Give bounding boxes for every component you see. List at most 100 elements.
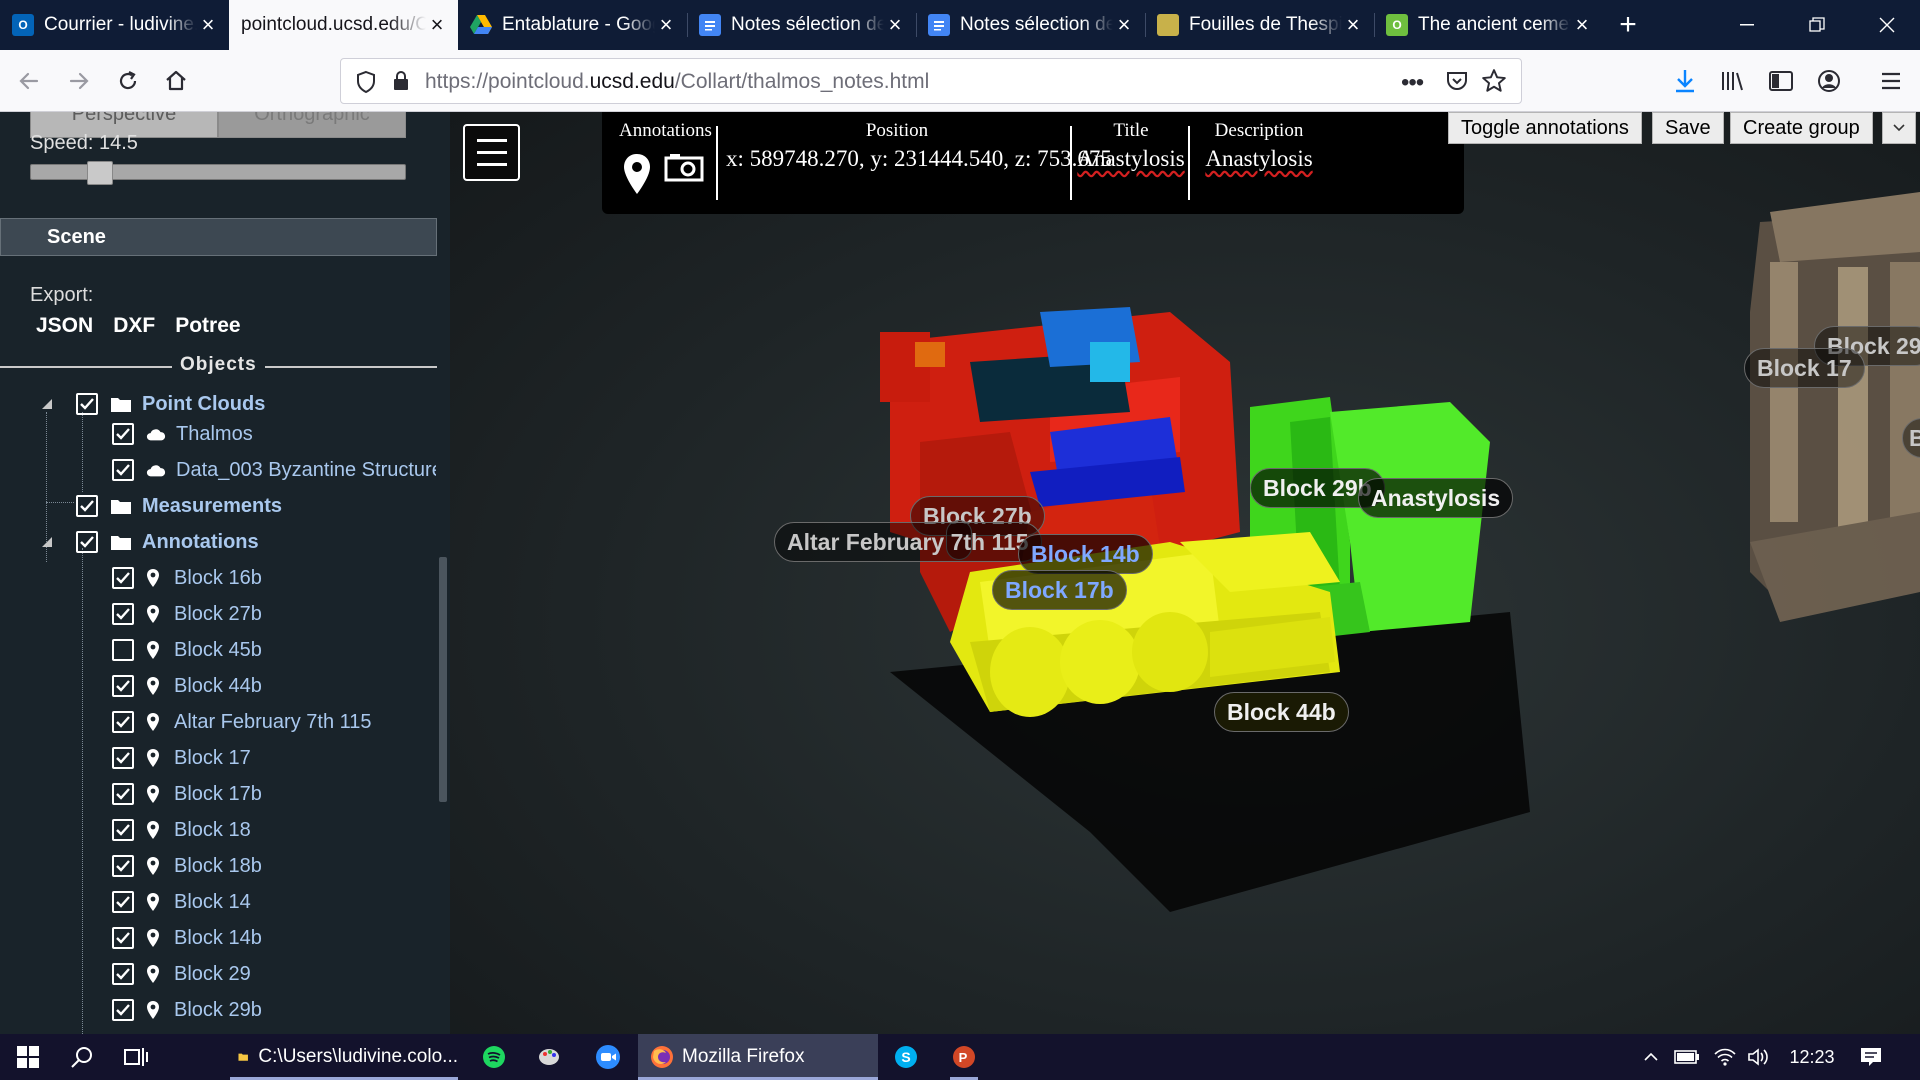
tab-notes-2[interactable]: Notes sélection de blocs ×: [916, 0, 1145, 50]
powerpoint-icon[interactable]: P: [944, 1034, 984, 1080]
tree-item-annotation[interactable]: Block 29b: [112, 992, 262, 1028]
battery-icon[interactable]: [1672, 1034, 1702, 1080]
title-value[interactable]: Anastylosis: [1076, 146, 1186, 172]
app-menu-icon[interactable]: [1872, 62, 1910, 100]
tree-item-annotation[interactable]: Altar February 7th 115: [112, 704, 372, 740]
annotation-label-block-44b[interactable]: Block 44b: [1214, 692, 1349, 732]
tree-item-annotation[interactable]: Block 45b: [112, 632, 262, 668]
checkbox[interactable]: [112, 603, 134, 625]
tab-ancient-cemetery[interactable]: O The ancient cemetery ×: [1374, 0, 1603, 50]
tree-item-annotation[interactable]: Block 16b: [112, 560, 262, 596]
bookmark-star-icon[interactable]: [1481, 68, 1507, 99]
tree-item-byzantine[interactable]: Data_003 Byzantine Structure: [112, 452, 436, 488]
speed-slider[interactable]: [30, 161, 406, 185]
checkbox[interactable]: [112, 783, 134, 805]
tree-group-measurements[interactable]: Measurements: [76, 488, 282, 524]
hamburger-menu-button[interactable]: [463, 124, 520, 181]
description-value[interactable]: Anastylosis: [1194, 146, 1324, 172]
tab-google-drive[interactable]: Entablature - Google Drive ×: [458, 0, 687, 50]
checkbox[interactable]: [112, 891, 134, 913]
scene-header[interactable]: Scene: [0, 218, 437, 256]
sidebar-scrollbar[interactable]: [439, 557, 447, 802]
speed-slider-thumb[interactable]: [87, 161, 113, 185]
close-window-icon[interactable]: [1852, 0, 1920, 50]
taskbar-file-explorer[interactable]: C:\Users\ludivine.colo...: [230, 1034, 458, 1080]
create-group-button[interactable]: Create group: [1730, 112, 1873, 144]
close-icon[interactable]: ×: [1342, 14, 1364, 36]
pocket-icon[interactable]: [1445, 69, 1469, 98]
volume-icon[interactable]: [1744, 1034, 1774, 1080]
dropdown-button[interactable]: [1882, 112, 1916, 144]
checkbox[interactable]: [112, 675, 134, 697]
wifi-icon[interactable]: [1710, 1034, 1740, 1080]
checkbox[interactable]: [112, 963, 134, 985]
checkbox[interactable]: [76, 531, 98, 553]
tree-item-thalmos[interactable]: Thalmos: [112, 416, 253, 452]
taskbar-firefox[interactable]: Mozilla Firefox: [638, 1034, 878, 1080]
skype-icon[interactable]: S: [886, 1034, 926, 1080]
back-arrow-icon[interactable]: [10, 62, 48, 100]
point-cloud-viewport[interactable]: Annotations Position x: 589748.270, y: 2…: [450, 112, 1920, 1034]
download-icon[interactable]: [1666, 62, 1704, 100]
tree-item-annotation[interactable]: Block 14: [112, 884, 251, 920]
checkbox[interactable]: [112, 567, 134, 589]
checkbox[interactable]: [112, 423, 134, 445]
tree-item-annotation[interactable]: Block 44b: [112, 668, 262, 704]
checkbox[interactable]: [112, 459, 134, 481]
spotify-icon[interactable]: [474, 1034, 514, 1080]
close-icon[interactable]: ×: [426, 14, 448, 36]
orthographic-button[interactable]: Orthographic: [218, 112, 406, 138]
camera-icon[interactable]: [664, 152, 704, 187]
close-icon[interactable]: ×: [1113, 14, 1135, 36]
checkbox[interactable]: [112, 711, 134, 733]
checkbox[interactable]: [112, 819, 134, 841]
checkbox[interactable]: [76, 495, 98, 517]
restore-icon[interactable]: [1782, 0, 1852, 50]
tree-item-annotation[interactable]: Block 18: [112, 812, 251, 848]
url-bar[interactable]: https://pointcloud.ucsd.edu/Collart/thal…: [340, 58, 1522, 104]
tree-item-annotation[interactable]: Block 14b: [112, 920, 262, 956]
account-icon[interactable]: [1810, 62, 1848, 100]
close-icon[interactable]: ×: [197, 14, 219, 36]
home-icon[interactable]: [157, 62, 195, 100]
minimize-icon[interactable]: [1712, 0, 1782, 50]
toggle-annotations-button[interactable]: Toggle annotations: [1448, 112, 1642, 144]
notifications-icon[interactable]: [1856, 1034, 1886, 1080]
annotation-label-anastylosis[interactable]: Anastylosis: [1358, 478, 1514, 518]
clock[interactable]: 12:23: [1782, 1034, 1842, 1080]
expanded-arrow-icon[interactable]: [40, 397, 54, 411]
tab-fouilles[interactable]: Fouilles de Thespies ×: [1145, 0, 1374, 50]
reload-icon[interactable]: [109, 62, 147, 100]
annotation-label-block-14b[interactable]: Block 14b: [1018, 534, 1153, 574]
checkbox[interactable]: [112, 855, 134, 877]
annotation-label-altar[interactable]: Altar February 7th 115: [774, 522, 1042, 562]
forward-arrow-icon[interactable]: [60, 62, 98, 100]
zoom-icon[interactable]: [588, 1034, 628, 1080]
tree-item-annotation[interactable]: Block 27b: [112, 596, 262, 632]
expanded-arrow-icon[interactable]: [40, 535, 54, 549]
paint-icon[interactable]: [530, 1034, 570, 1080]
library-icon[interactable]: [1714, 62, 1752, 100]
annotation-label-block-17b[interactable]: Block 17b: [992, 570, 1127, 610]
tree-item-annotation[interactable]: Block 17: [112, 740, 251, 776]
shield-icon[interactable]: [355, 70, 377, 99]
export-json-link[interactable]: JSON: [36, 314, 93, 338]
tree-item-annotation[interactable]: Block 17b: [112, 776, 262, 812]
close-icon[interactable]: ×: [884, 14, 906, 36]
new-tab-button[interactable]: +: [1603, 0, 1653, 50]
checkbox[interactable]: [112, 747, 134, 769]
lock-icon[interactable]: [391, 69, 411, 98]
page-actions-icon[interactable]: •••: [1401, 69, 1424, 97]
tab-outlook[interactable]: O Courrier - ludivine.colo ×: [0, 0, 229, 50]
save-button[interactable]: Save: [1652, 112, 1724, 144]
checkbox[interactable]: [112, 639, 134, 661]
windows-start-icon[interactable]: [10, 1034, 46, 1080]
map-pin-icon[interactable]: [622, 152, 652, 201]
checkbox[interactable]: [112, 927, 134, 949]
url-text[interactable]: https://pointcloud.ucsd.edu/Collart/thal…: [425, 70, 929, 94]
task-view-icon[interactable]: [118, 1034, 154, 1080]
sidebar-toggle-icon[interactable]: [1762, 62, 1800, 100]
checkbox[interactable]: [112, 999, 134, 1021]
tree-item-annotation[interactable]: Block 18b: [112, 848, 262, 884]
checkbox[interactable]: [76, 393, 98, 415]
